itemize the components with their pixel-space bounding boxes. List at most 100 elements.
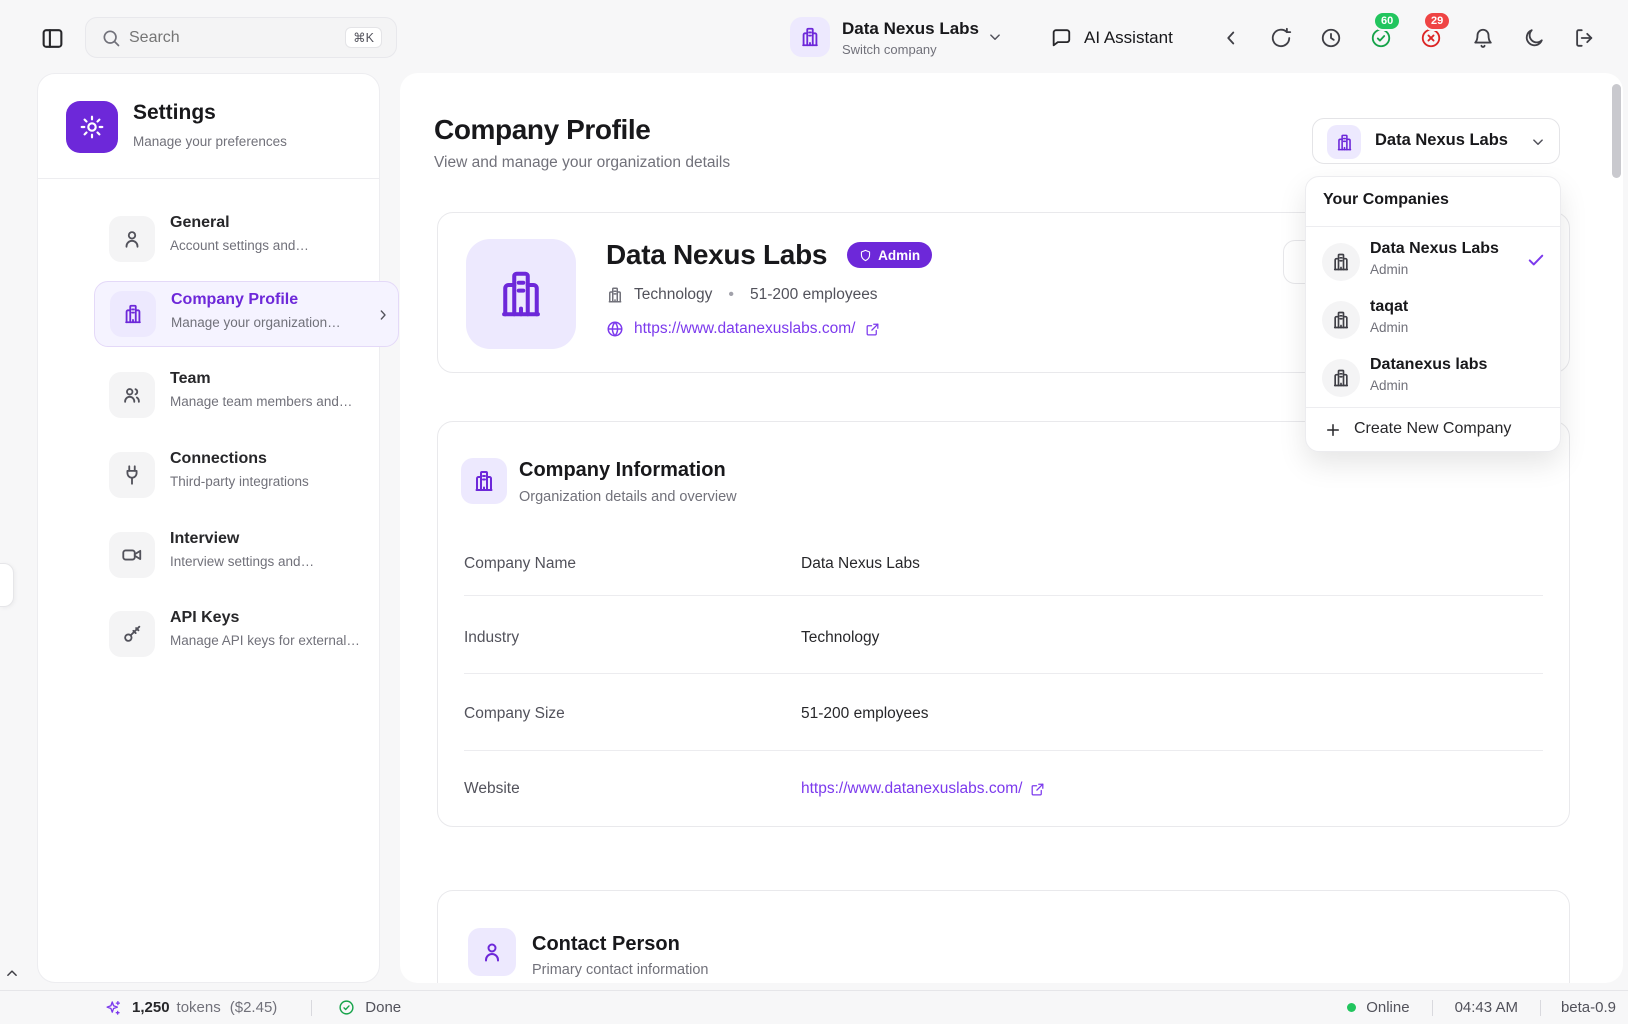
- sidebar-divider: [38, 178, 379, 179]
- external-link-icon[interactable]: [865, 322, 880, 337]
- admin-badge: Admin: [847, 242, 932, 268]
- company-dropdown: Your Companies Data Nexus Labs Admin taq…: [1305, 176, 1561, 452]
- building-icon: [606, 286, 624, 304]
- online-dot: [1347, 1003, 1356, 1012]
- external-link-icon: [1030, 782, 1045, 797]
- tokens-cost: ($2.45): [230, 999, 278, 1016]
- tokens-value: 1,250: [132, 999, 170, 1016]
- page-title: Company Profile: [434, 114, 650, 146]
- selector-label: Data Nexus Labs: [1375, 131, 1508, 150]
- refresh-button[interactable]: [1270, 27, 1292, 49]
- tokens-unit: tokens: [177, 999, 221, 1016]
- meta-separator: •: [728, 286, 734, 304]
- row-divider: [464, 673, 1543, 674]
- panel-left-icon: [40, 26, 65, 51]
- company-switcher-building-icon: [790, 17, 830, 57]
- sidebar-toggle-button[interactable]: [40, 26, 65, 51]
- globe-icon: [606, 320, 624, 338]
- gear-icon: [79, 114, 105, 140]
- chevron-down-icon: [986, 28, 1004, 46]
- sidebar-title: Settings: [133, 101, 216, 125]
- chevron-right-icon: [375, 307, 391, 323]
- key-icon: [121, 623, 143, 645]
- chevron-up-icon: [3, 964, 21, 982]
- row-divider: [464, 595, 1543, 596]
- company-selector-button[interactable]: Data Nexus Labs: [1312, 118, 1560, 164]
- logout-icon: [1573, 27, 1595, 49]
- contact-person-subtitle: Primary contact information: [532, 962, 708, 978]
- topbar: ⌘K Data Nexus Labs Switch company AI Ass…: [0, 0, 1628, 73]
- statusbar-divider: [311, 1000, 312, 1016]
- shield-icon: [859, 249, 872, 262]
- building-icon: [122, 303, 144, 325]
- building-icon: [1331, 368, 1351, 388]
- settings-gear-tile: [66, 101, 118, 153]
- notifications-button[interactable]: [1472, 27, 1494, 49]
- collapse-caret-button[interactable]: [3, 964, 21, 982]
- page-subtitle: View and manage your organization detail…: [434, 154, 730, 172]
- logout-button[interactable]: [1573, 27, 1595, 49]
- online-label: Online: [1366, 999, 1409, 1016]
- building-icon: [472, 469, 496, 493]
- back-button[interactable]: [1220, 27, 1242, 49]
- dropdown-company-datanexus-labs[interactable]: Datanexus labs Admin: [1314, 349, 1554, 407]
- ai-assistant-label: AI Assistant: [1084, 28, 1173, 48]
- company-size: 51-200 employees: [750, 286, 878, 304]
- clock-time: 04:43 AM: [1455, 999, 1518, 1016]
- company-switcher[interactable]: Data Nexus Labs Switch company: [775, 11, 1015, 63]
- create-new-company-label: Create New Company: [1354, 420, 1511, 438]
- person-icon: [480, 940, 504, 964]
- company-info-subtitle: Organization details and overview: [519, 489, 737, 505]
- plus-icon: [1324, 421, 1342, 439]
- sparkles-icon: [104, 999, 122, 1017]
- dropdown-header: Your Companies: [1323, 191, 1449, 209]
- history-button[interactable]: [1320, 27, 1342, 49]
- sidebar-item-connections[interactable]: Connections Third-party integrations: [94, 448, 399, 512]
- sidebar-item-team[interactable]: Team Manage team members and…: [94, 368, 399, 432]
- clock-icon: [1320, 27, 1342, 49]
- row-divider: [464, 750, 1543, 751]
- done-label: Done: [365, 999, 401, 1016]
- company-website-link[interactable]: https://www.datanexuslabs.com/: [634, 320, 855, 338]
- success-count-badge: 60: [1373, 11, 1401, 31]
- content-scrollbar[interactable]: [1612, 84, 1621, 178]
- left-drawer-handle[interactable]: [0, 563, 14, 607]
- search-icon: [101, 28, 121, 48]
- version-label: beta-0.9: [1561, 999, 1616, 1016]
- statusbar-divider: [1540, 1000, 1541, 1016]
- dropdown-company-data-nexus-labs[interactable]: Data Nexus Labs Admin: [1314, 233, 1554, 291]
- company-info-title: Company Information: [519, 459, 726, 482]
- statusbar-divider: [1432, 1000, 1433, 1016]
- bell-icon: [1472, 27, 1494, 49]
- building-icon: [494, 267, 548, 321]
- chevron-down-icon: [1529, 133, 1547, 151]
- ai-assistant-button[interactable]: AI Assistant: [1050, 25, 1173, 51]
- contact-person-title: Contact Person: [532, 933, 680, 956]
- company-switcher-subtitle: Switch company: [842, 42, 937, 57]
- company-logo-tile: [466, 239, 576, 349]
- website-link[interactable]: https://www.datanexuslabs.com/: [801, 780, 1045, 798]
- settings-sidebar: Settings Manage your preferences General…: [37, 73, 380, 983]
- chevron-left-icon: [1220, 27, 1242, 49]
- contact-person-card: Contact Person Primary contact informati…: [437, 890, 1570, 983]
- chat-icon: [1050, 27, 1072, 49]
- sidebar-item-api-keys[interactable]: API Keys Manage API keys for external…: [94, 607, 399, 671]
- status-bar: 1,250 tokens ($2.45) Done Online 04:43 A…: [0, 990, 1628, 1024]
- refresh-icon: [1270, 27, 1292, 49]
- create-new-company-button[interactable]: Create New Company: [1306, 408, 1560, 452]
- selector-building-icon: [1327, 125, 1361, 159]
- person-icon: [121, 228, 143, 250]
- selected-check-icon: [1526, 250, 1546, 270]
- search-shortcut-chip: ⌘K: [345, 27, 382, 48]
- dropdown-company-taqat[interactable]: taqat Admin: [1314, 291, 1554, 349]
- company-name: Data Nexus Labs: [606, 239, 827, 271]
- sidebar-item-company-profile[interactable]: Company Profile Manage your organization…: [94, 281, 399, 347]
- dark-mode-button[interactable]: [1523, 27, 1545, 49]
- search-input[interactable]: [129, 18, 329, 57]
- sidebar-item-interview[interactable]: Interview Interview settings and…: [94, 528, 399, 592]
- company-industry: Technology: [634, 286, 712, 304]
- sidebar-item-general[interactable]: General Account settings and…: [94, 212, 399, 276]
- dropdown-divider: [1306, 226, 1560, 227]
- search-box[interactable]: ⌘K: [85, 17, 397, 58]
- company-switcher-name: Data Nexus Labs: [842, 19, 979, 39]
